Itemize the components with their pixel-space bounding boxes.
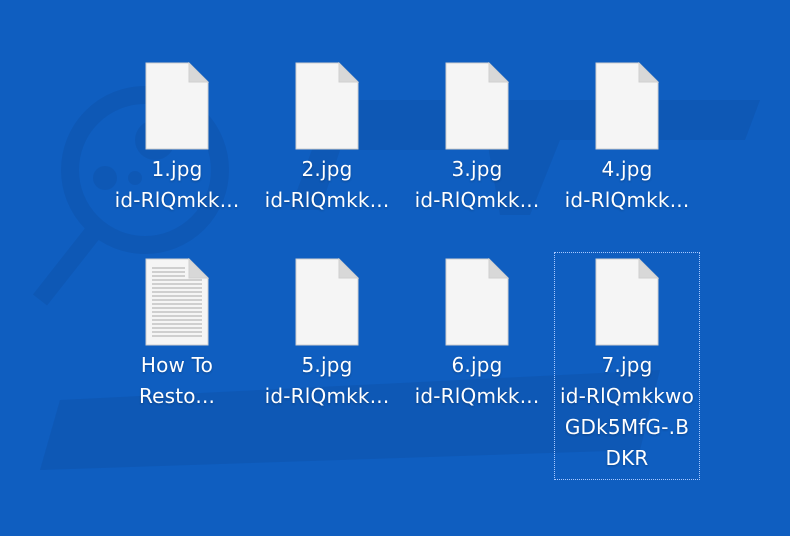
file-name: 6.jpg id-RlQmkk...	[414, 353, 540, 408]
blank-file-icon	[295, 258, 359, 346]
file-item-selected[interactable]: 7.jpg id-RlQmkkwo GDk5MfG-.B DKR	[554, 252, 700, 480]
file-item[interactable]: 2.jpg id-RlQmkk...	[254, 62, 400, 216]
file-item[interactable]: 5.jpg id-RlQmkk...	[254, 258, 400, 412]
blank-file-icon	[295, 62, 359, 150]
file-item[interactable]: How To Resto...	[104, 258, 250, 412]
file-item[interactable]: 3.jpg id-RlQmkk...	[404, 62, 550, 216]
file-item[interactable]: 1.jpg id-RlQmkk...	[104, 62, 250, 216]
file-name: 1.jpg id-RlQmkk...	[114, 157, 240, 212]
blank-file-icon	[445, 62, 509, 150]
file-name: How To Resto...	[138, 353, 216, 408]
file-name: 7.jpg id-RlQmkkwo GDk5MfG-.B DKR	[559, 353, 695, 470]
file-name: 3.jpg id-RlQmkk...	[414, 157, 540, 212]
file-item[interactable]: 6.jpg id-RlQmkk...	[404, 258, 550, 412]
file-name: 5.jpg id-RlQmkk...	[264, 353, 390, 408]
blank-file-icon	[595, 258, 659, 346]
file-name: 2.jpg id-RlQmkk...	[264, 157, 390, 212]
blank-file-icon	[595, 62, 659, 150]
desktop[interactable]: 1.jpg id-RlQmkk... 2.jpg id-RlQmkk... 3.…	[0, 0, 790, 536]
file-item[interactable]: 4.jpg id-RlQmkk...	[554, 62, 700, 216]
blank-file-icon	[445, 258, 509, 346]
text-document-icon	[145, 258, 209, 346]
blank-file-icon	[145, 62, 209, 150]
file-name: 4.jpg id-RlQmkk...	[564, 157, 690, 212]
